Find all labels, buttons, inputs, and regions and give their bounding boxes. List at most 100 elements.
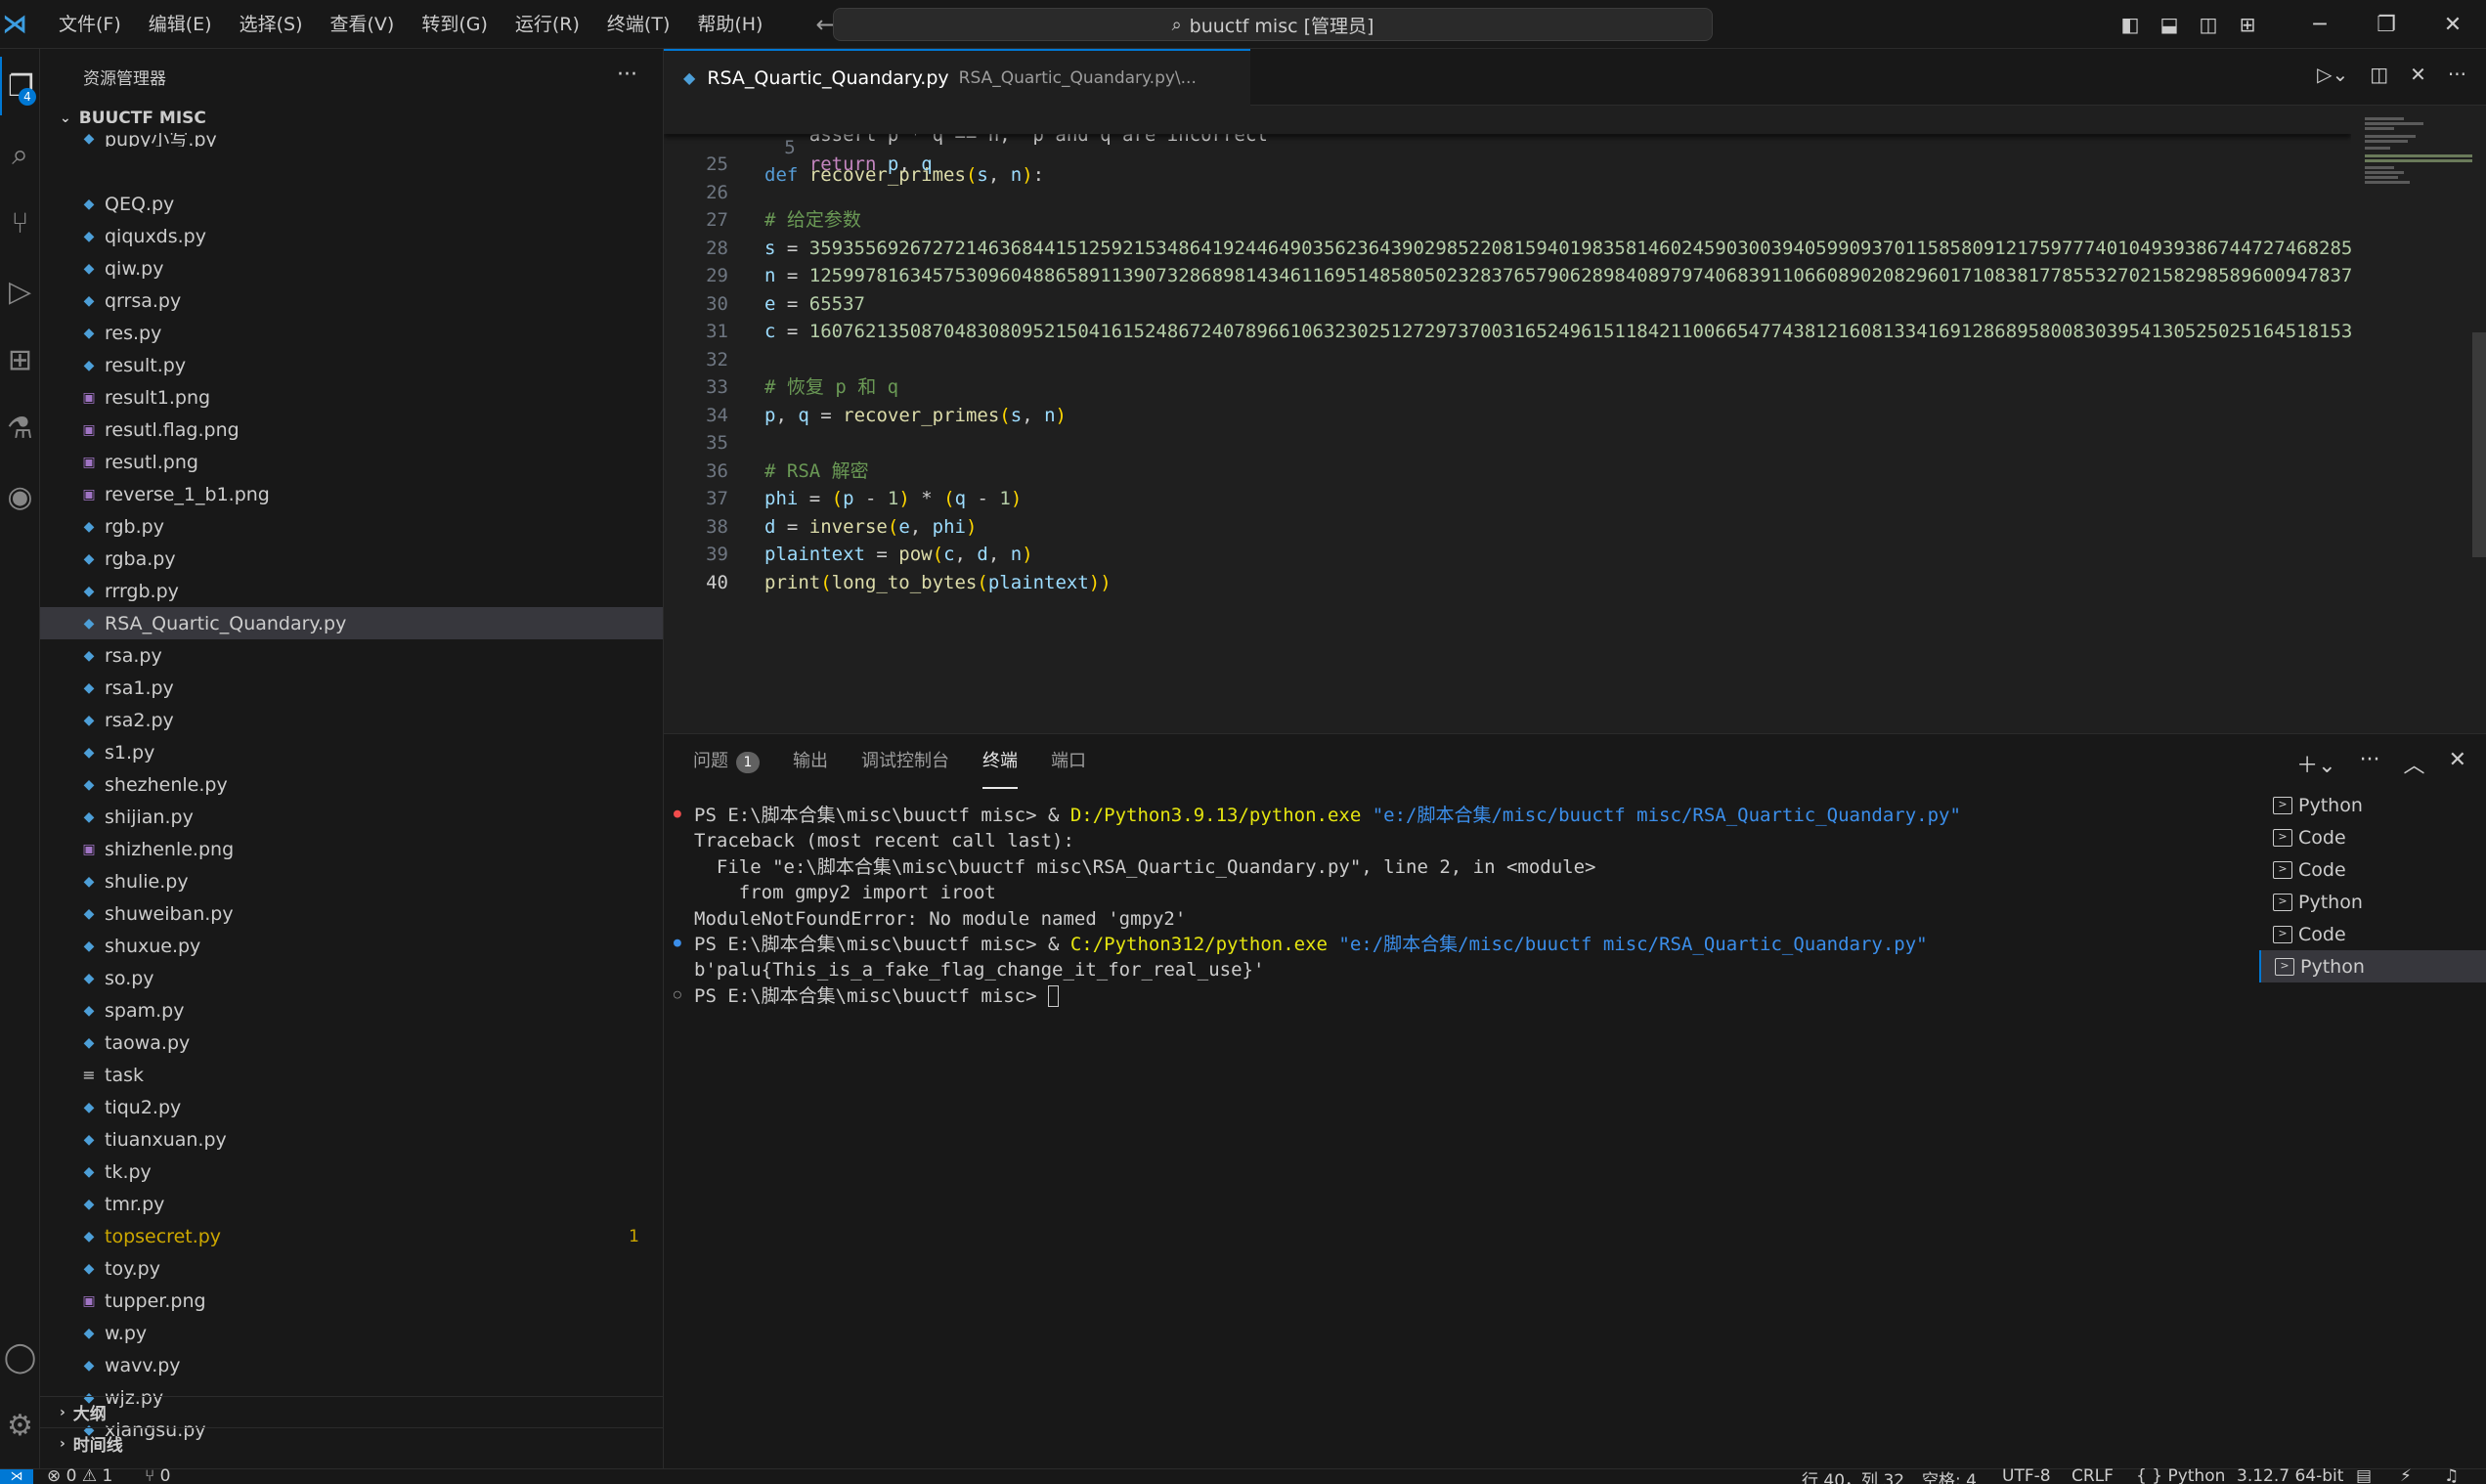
file-item[interactable]: ≡ task xyxy=(40,1059,663,1091)
workspace-folder[interactable]: ⌄ BUUCTF MISC xyxy=(40,104,663,133)
file-item[interactable]: ◆ rgba.py xyxy=(40,543,663,575)
more-actions-icon[interactable]: ··· xyxy=(2448,63,2466,86)
ports-status[interactable]: ⑂ 0 xyxy=(145,1466,170,1484)
file-item[interactable]: ◆ so.py xyxy=(40,962,663,994)
copilot-icon[interactable]: ▤ xyxy=(2356,1466,2372,1484)
problems-status[interactable]: ⊗ 0 ⚠ 1 xyxy=(47,1466,112,1484)
file-item[interactable]: ◆ tk.py xyxy=(40,1156,663,1188)
file-item[interactable]: ◆ qiquxds.py xyxy=(40,220,663,252)
menu-go[interactable]: 转到(G) xyxy=(408,0,502,49)
extensions-icon[interactable]: ⊞ xyxy=(0,330,40,389)
file-item[interactable]: ◆ s1.py xyxy=(40,736,663,768)
search-view-icon[interactable]: ⌕ xyxy=(0,125,40,184)
split-editor-icon[interactable]: ◫ xyxy=(2370,63,2388,86)
terminal-instance[interactable]: > Code xyxy=(2259,853,2486,886)
file-item[interactable]: ▣ shizhenle.png xyxy=(40,833,663,865)
menu-help[interactable]: 帮助(H) xyxy=(683,0,776,49)
file-item[interactable]: ▣ reverse_1_b1.png xyxy=(40,478,663,510)
file-item[interactable]: ◆ rsa1.py xyxy=(40,672,663,704)
remote-explorer-icon[interactable]: ◉ xyxy=(0,467,40,526)
file-item[interactable]: ◆ shulie.py xyxy=(40,865,663,897)
close-window-button[interactable]: ✕ xyxy=(2420,13,2486,37)
close-tab-icon[interactable]: ✕ xyxy=(2410,63,2426,86)
file-item[interactable]: ◆ wavv.py xyxy=(40,1349,663,1381)
file-item-partial[interactable]: ◆ pupy小写.py xyxy=(40,133,663,147)
more-actions-icon[interactable]: ··· xyxy=(2360,748,2380,779)
file-item[interactable]: ◆ rsa.py xyxy=(40,639,663,672)
menu-view[interactable]: 查看(V) xyxy=(317,0,409,49)
outline-section[interactable]: › 大纲 xyxy=(40,1396,663,1427)
python-interpreter[interactable]: 3.12.7 64-bit xyxy=(2237,1466,2343,1484)
menu-run[interactable]: 运行(R) xyxy=(502,0,593,49)
minimap[interactable] xyxy=(2351,106,2486,733)
vertical-scrollbar[interactable] xyxy=(2472,332,2486,557)
terminal-output[interactable]: PS E:\脚本合集\misc\buuctf misc> & D:/Python… xyxy=(664,803,2247,1428)
terminal-instance[interactable]: > Python xyxy=(2259,789,2486,821)
file-item[interactable]: ▣ resutl.png xyxy=(40,446,663,478)
file-item[interactable]: ◆ qiw.py xyxy=(40,252,663,284)
tab-problems[interactable]: 问题 1 xyxy=(693,734,760,789)
file-item[interactable]: ◆ QEQ.py xyxy=(40,188,663,220)
timeline-section[interactable]: › 时间线 xyxy=(40,1427,663,1459)
file-item[interactable]: ◆ RSA_Quartic_Quandary.py xyxy=(40,607,663,639)
command-status-icon[interactable]: ○ xyxy=(674,987,681,1002)
close-panel-icon[interactable]: ✕ xyxy=(2449,748,2466,779)
run-debug-icon[interactable]: ▷ xyxy=(0,262,40,321)
toggle-panel-icon[interactable]: ⬓ xyxy=(2150,13,2189,36)
file-item[interactable]: ◆ qrrsa.py xyxy=(40,284,663,317)
new-terminal-icon[interactable]: ＋⌄ xyxy=(2296,748,2335,779)
file-item[interactable]: ◆ tiuanxuan.py xyxy=(40,1123,663,1156)
file-item[interactable]: ◆ taowa.py xyxy=(40,1026,663,1059)
tab-output[interactable]: 输出 xyxy=(793,734,828,789)
file-item[interactable]: ▣ result1.png xyxy=(40,381,663,414)
run-python-icon[interactable]: ▷⌄ xyxy=(2317,63,2348,86)
end-of-line[interactable]: CRLF xyxy=(2072,1466,2114,1484)
command-status-icon[interactable]: ● xyxy=(674,936,681,950)
more-actions-icon[interactable]: ··· xyxy=(617,63,637,87)
tab-debug-console[interactable]: 调试控制台 xyxy=(861,734,949,789)
file-item[interactable]: ◆ topsecret.py 1 xyxy=(40,1220,663,1252)
maximize-panel-icon[interactable]: ︿ xyxy=(2404,748,2425,779)
menu-terminal[interactable]: 终端(T) xyxy=(593,0,683,49)
file-item[interactable]: ▣ tupper.png xyxy=(40,1285,663,1317)
minimize-button[interactable]: ─ xyxy=(2287,13,2353,37)
terminal-instance[interactable]: > Python xyxy=(2259,950,2486,982)
command-status-icon[interactable]: ● xyxy=(674,807,681,821)
command-center-search[interactable]: ⌕ buuctf misc [管理员] xyxy=(833,8,1713,41)
menu-file[interactable]: 文件(F) xyxy=(45,0,135,49)
remote-indicator-icon[interactable]: ⋊ xyxy=(0,1469,33,1484)
menu-edit[interactable]: 编辑(E) xyxy=(135,0,226,49)
file-item[interactable]: ◆ toy.py xyxy=(40,1252,663,1285)
tab-ports[interactable]: 端口 xyxy=(1051,734,1086,789)
customize-layout-icon[interactable]: ⊞ xyxy=(2228,13,2267,36)
file-item[interactable]: ◆ res.py xyxy=(40,317,663,349)
encoding[interactable]: UTF-8 xyxy=(2002,1466,2051,1484)
cursor-position[interactable]: 行 40，列 32 xyxy=(1802,1466,1904,1484)
indentation[interactable]: 空格: 4 xyxy=(1922,1466,1977,1484)
file-item[interactable]: ◆ shezhenle.py xyxy=(40,768,663,801)
file-item[interactable]: ◆ rsa2.py xyxy=(40,704,663,736)
source-control-icon[interactable]: ⑂ xyxy=(0,194,40,252)
terminal-instance[interactable]: > Code xyxy=(2259,821,2486,853)
sync-icon[interactable]: ⚡ xyxy=(2400,1466,2412,1484)
restore-button[interactable]: ❐ xyxy=(2353,13,2420,37)
terminal-instance[interactable]: > Code xyxy=(2259,918,2486,950)
file-item[interactable]: ◆ rrrgb.py xyxy=(40,575,663,607)
settings-gear-icon[interactable]: ⚙ xyxy=(0,1396,40,1455)
notifications-bell-icon[interactable]: ♫ xyxy=(2444,1466,2459,1484)
file-item[interactable]: ◆ shijian.py xyxy=(40,801,663,833)
testing-icon[interactable]: ⚗ xyxy=(0,399,40,458)
file-item[interactable]: ▣ resutl.flag.png xyxy=(40,414,663,446)
language-mode[interactable]: { } Python xyxy=(2136,1466,2225,1484)
file-item[interactable]: ◆ shuxue.py xyxy=(40,930,663,962)
file-item[interactable]: ◆ rgb.py xyxy=(40,510,663,543)
toggle-secondary-sidebar-icon[interactable]: ◫ xyxy=(2189,13,2228,36)
file-item[interactable]: ◆ shuweiban.py xyxy=(40,897,663,930)
file-item[interactable]: ◆ w.py xyxy=(40,1317,663,1349)
editor-tab[interactable]: ◆ RSA_Quartic_Quandary.py RSA_Quartic_Qu… xyxy=(664,48,1250,106)
file-item[interactable]: ◆ tmr.py xyxy=(40,1188,663,1220)
sticky-scroll-line[interactable]: 5 def recover_primes(s, n): xyxy=(664,106,2351,186)
explorer-icon[interactable]: ❐ 4 xyxy=(0,57,40,115)
toggle-sidebar-icon[interactable]: ◧ xyxy=(2111,13,2150,36)
file-item[interactable]: ◆ spam.py xyxy=(40,994,663,1026)
